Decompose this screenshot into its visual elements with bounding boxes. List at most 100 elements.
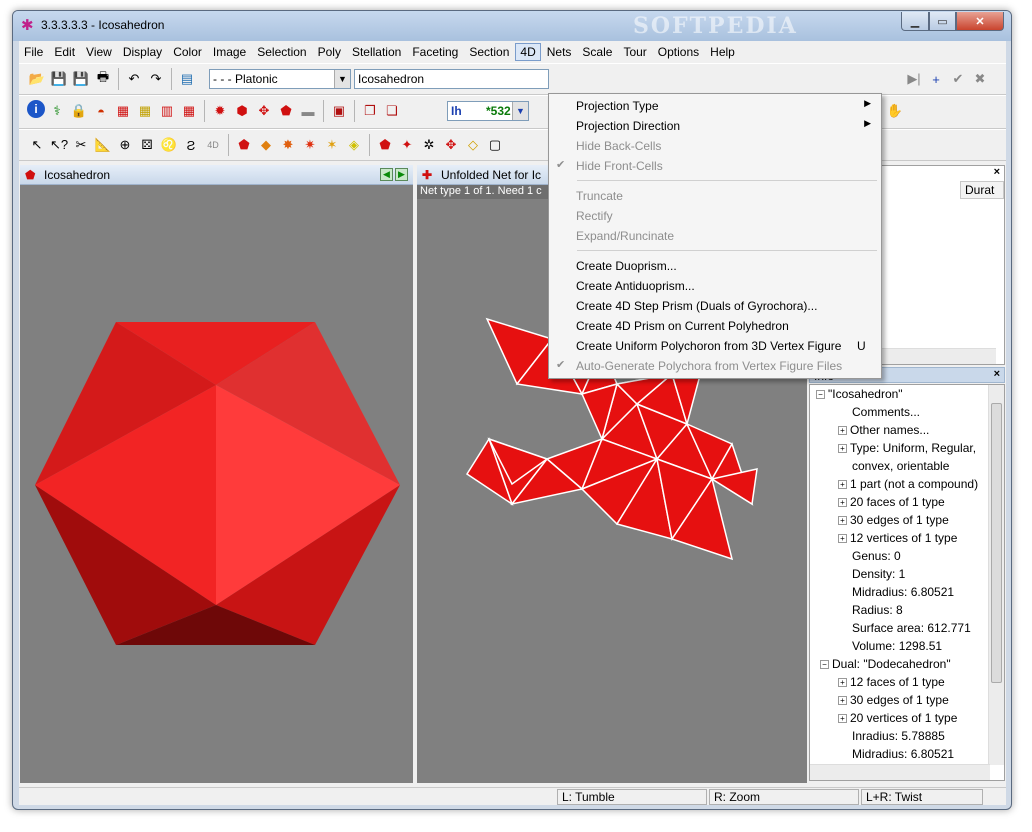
bird-icon[interactable]: ✦ [397,134,417,156]
minimize-button[interactable]: ▁ [901,12,929,31]
pentagon-icon[interactable]: ⬟ [276,100,296,122]
wand-icon[interactable]: ⚕ [47,100,67,122]
save-as-icon[interactable]: 💾 [71,68,91,90]
check-icon[interactable]: ✔ [948,68,968,90]
menu-item-projection-direction[interactable]: Projection Direction ▶ [551,116,879,136]
chevron-down-icon[interactable]: ▼ [512,102,528,120]
menu-item-create-uniform-polychoron[interactable]: Create Uniform Polychoron from 3D Vertex… [551,336,879,356]
pointer-help-icon[interactable]: ↖? [49,134,69,156]
menu-image[interactable]: Image [208,43,251,61]
split-icon[interactable]: ✥ [441,134,461,156]
menu-poly[interactable]: Poly [313,43,346,61]
grid-red-icon[interactable]: ▦ [113,100,133,122]
expand-icon[interactable]: + [838,534,847,544]
tree-node[interactable]: +20 faces of 1 type [838,495,945,513]
grid-split-icon[interactable]: ▥ [157,100,177,122]
close-icon[interactable]: × [994,368,1000,380]
add-icon[interactable]: + [926,68,946,90]
lock-icon[interactable]: 🔒 [69,100,89,122]
dodeca-icon[interactable]: ⬟ [234,134,254,156]
menu-item-projection-type[interactable]: Projection Type ▶ [551,96,879,116]
delete-icon[interactable]: ✖ [970,68,990,90]
star-burst-icon[interactable]: ✷ [300,134,320,156]
arrow-right-icon[interactable]: ▶ [395,168,408,181]
info-icon[interactable]: i [27,100,45,118]
box-icon[interactable]: ▣ [329,100,349,122]
vertical-scrollbar[interactable] [988,385,1004,765]
menu-item-truncate[interactable]: Truncate [551,186,879,206]
orange-gem-icon[interactable]: ◆ [256,134,276,156]
tree-node[interactable]: +30 edges of 1 type [838,693,949,711]
chevron-down-icon[interactable]: ▼ [334,70,350,88]
column-header[interactable]: Durat [960,181,1004,199]
menu-item-auto-generate[interactable]: ✔ Auto-Generate Polychora from Vertex Fig… [551,356,879,376]
grid-yellow-icon[interactable]: ▦ [135,100,155,122]
rainbow-icon[interactable]: ◓ [91,100,111,122]
expand-icon[interactable]: + [838,696,847,706]
pentagon-small-icon[interactable]: ⬟ [375,134,395,156]
expand-icon[interactable]: + [838,678,847,688]
yellow-gem-icon[interactable]: ◈ [344,134,364,156]
expand-icon[interactable]: + [838,498,847,508]
list-icon[interactable]: ▤ [177,68,197,90]
horizontal-scrollbar[interactable] [810,764,990,780]
polyhedron-view[interactable]: ⬟ Icosahedron ◀ ▶ [20,165,413,783]
menu-display[interactable]: Display [118,43,167,61]
ruler-icon[interactable]: 📐 [93,134,113,156]
yellow-star-icon[interactable]: ✶ [322,134,342,156]
print-icon[interactable]: 🖶 [93,68,113,90]
lion-icon[interactable]: ♌ [159,134,179,156]
tree-node[interactable]: + Type: Uniform, Regular, [838,441,976,459]
pointer-icon[interactable]: ↖ [27,134,47,156]
menu-scale[interactable]: Scale [577,43,617,61]
menu-item-hide-front-cells[interactable]: ✔ Hide Front-Cells [551,156,879,176]
menu-options[interactable]: Options [653,43,704,61]
menu-item-hide-back-cells[interactable]: Hide Back-Cells [551,136,879,156]
undo-icon[interactable]: ↶ [124,68,144,90]
menu-section[interactable]: Section [464,43,514,61]
tree-node[interactable]: +1 part (not a compound) [838,477,978,495]
play-icon[interactable]: ▶| [904,68,924,90]
menu-help[interactable]: Help [705,43,740,61]
menu-item-rectify[interactable]: Rectify [551,206,879,226]
tree-node[interactable]: +20 vertices of 1 type [838,711,957,729]
copy-icon[interactable]: ❐ [360,100,380,122]
tree-node[interactable]: +12 vertices of 1 type [838,531,957,549]
redo-icon[interactable]: ↷ [146,68,166,90]
collapse-icon[interactable]: − [820,660,829,670]
tree-node[interactable]: + Other names... [838,423,929,441]
menu-item-create-4d-prism[interactable]: Create 4D Prism on Current Polyhedron [551,316,879,336]
polyhedron-combo[interactable]: Icosahedron [354,69,549,89]
close-button[interactable]: ✕ [956,12,1004,31]
paste-icon[interactable]: ❏ [382,100,402,122]
expand-icon[interactable]: + [838,444,847,454]
menu-view[interactable]: View [81,43,117,61]
menu-color[interactable]: Color [168,43,207,61]
scissors-icon[interactable]: ✂ [71,134,91,156]
expand-icon[interactable]: + [838,714,847,724]
menu-edit[interactable]: Edit [49,43,80,61]
close-icon[interactable]: × [994,166,1000,178]
frame-icon[interactable]: ▢ [485,134,505,156]
4d-icon[interactable]: 4D [203,134,223,156]
shapes-icon[interactable]: ⊕ [115,134,135,156]
hand-icon[interactable]: ✋ [885,100,905,122]
expand-icon[interactable]: + [838,480,847,490]
tree-node[interactable]: − Dual: "Dodecahedron" [820,657,951,675]
menu-file[interactable]: File [19,43,48,61]
burst-icon[interactable]: ✸ [278,134,298,156]
expand-icon[interactable]: + [838,516,847,526]
menu-faceting[interactable]: Faceting [407,43,463,61]
cube-red-icon[interactable]: ⬢ [232,100,252,122]
menu-nets[interactable]: Nets [542,43,577,61]
open-folder-icon[interactable]: 📂 [27,68,47,90]
expand-icon[interactable]: + [838,426,847,436]
s-icon[interactable]: Ƨ [181,134,201,156]
menu-item-create-antiduoprism[interactable]: Create Antiduoprism... [551,276,879,296]
x-star-icon[interactable]: ✲ [419,134,439,156]
tree-node[interactable]: Comments... [852,405,920,423]
collapse-icon[interactable]: − [816,390,825,400]
gear-red-icon[interactable]: ✹ [210,100,230,122]
menu-item-expand-runcinate[interactable]: Expand/Runcinate [551,226,879,246]
scrollbar-thumb[interactable] [991,403,1002,683]
